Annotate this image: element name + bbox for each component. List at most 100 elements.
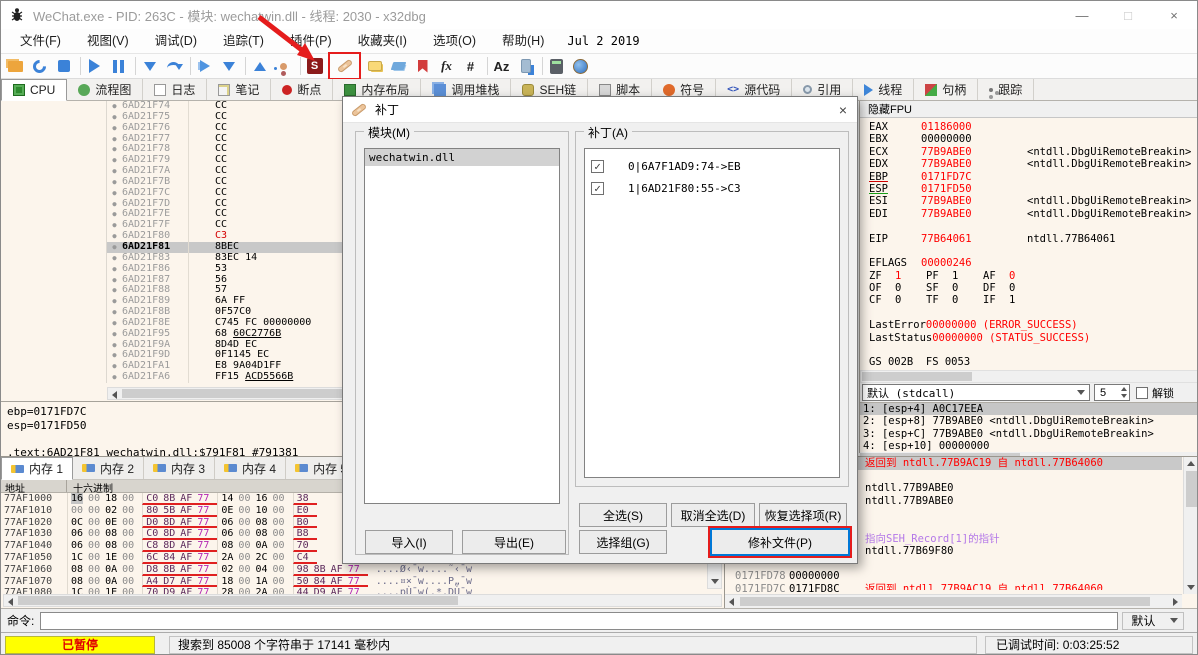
scylla-button[interactable]: S xyxy=(304,56,325,76)
modules-button[interactable] xyxy=(515,56,536,76)
memory-tab[interactable]: 内存 3 xyxy=(144,457,216,479)
register-row[interactable]: EFLAGS 00000246 xyxy=(869,257,1197,269)
patches-button[interactable] xyxy=(334,56,355,76)
register-row[interactable]: EDI 77B9ABE0 <ntdll.DbgUiRemoteBreakin> xyxy=(869,208,1197,220)
restore-selection-button[interactable]: 恢复选择项(R) xyxy=(759,503,847,527)
patch-dialog-titlebar[interactable]: 补丁 × xyxy=(343,97,857,123)
argument-row[interactable]: 3: [esp+C] 77B9ABE0 <ntdll.DbgUiRemoteBr… xyxy=(860,428,1197,440)
stepper-up-icon[interactable] xyxy=(1121,387,1127,391)
argument-row[interactable]: 1: [esp+4] A0C17EEA xyxy=(860,403,1197,416)
breakpoint-dot[interactable]: ● xyxy=(107,340,122,351)
tab-log[interactable]: 日志 xyxy=(143,79,208,100)
menu-item[interactable]: 调试(D) xyxy=(142,30,210,52)
register-row[interactable]: EAX 01186000 xyxy=(869,121,1197,133)
breakpoint-dot[interactable]: ● xyxy=(107,285,122,296)
scroll-thumb[interactable] xyxy=(18,596,458,605)
breakpoint-dot[interactable]: ● xyxy=(107,231,122,242)
registers-hscrollbar[interactable] xyxy=(860,370,1197,383)
scroll-left-icon[interactable] xyxy=(112,391,117,399)
pause-button[interactable] xyxy=(108,56,129,76)
menu-item[interactable]: 插件(P) xyxy=(277,30,345,52)
breakpoint-dot[interactable]: ● xyxy=(107,361,122,372)
breakpoint-dot[interactable]: ● xyxy=(107,329,122,340)
argument-count-stepper[interactable]: 5 xyxy=(1094,384,1130,401)
title-bar[interactable]: WeChat.exe - PID: 263C - 模块: wechatwin.d… xyxy=(1,1,1197,29)
globe-button[interactable] xyxy=(570,56,591,76)
deselect-all-button[interactable]: 取消全选(D) xyxy=(671,503,755,527)
breakpoint-dot[interactable]: ● xyxy=(107,199,122,210)
scroll-thumb[interactable] xyxy=(862,372,972,381)
scroll-right-icon[interactable] xyxy=(1173,598,1178,606)
breakpoint-dot[interactable]: ● xyxy=(107,264,122,275)
register-row[interactable]: EBP 0171FD7C xyxy=(869,171,1197,183)
menu-item[interactable]: 文件(F) xyxy=(7,30,74,52)
run-to-user-code-button[interactable] xyxy=(194,56,215,76)
breakpoint-dot[interactable]: ● xyxy=(107,275,122,286)
argument-row[interactable]: 4: [esp+10] 00000000 xyxy=(860,440,1197,452)
scroll-up-icon[interactable] xyxy=(1187,461,1195,466)
tab-cpu[interactable]: CPU xyxy=(1,79,68,101)
memory-tab[interactable]: 内存 1 xyxy=(1,457,74,480)
breakpoint-dot[interactable]: ● xyxy=(107,209,122,220)
tab-trace[interactable]: 跟踪 xyxy=(978,79,1035,100)
memory-tab[interactable]: 内存 4 xyxy=(215,457,287,479)
patch-file-button[interactable]: 修补文件(P) xyxy=(710,528,850,556)
patch-list[interactable]: ✓ 0|6A7F1AD9:74->EB ✓ 1|6AD21F80:55->C3 xyxy=(584,148,840,478)
dump-row[interactable]: 77AF1070 08 00 0A 00 A4 D7 AF 77 18 00 1A 00 50 84 AF 77… xyxy=(1,575,724,588)
stack-row[interactable]: 0171FD78 00000000 xyxy=(725,570,1182,583)
module-list[interactable]: wechatwin.dll xyxy=(364,148,560,504)
breakpoint-dot[interactable]: ● xyxy=(107,112,122,123)
scroll-left-icon[interactable] xyxy=(8,598,13,606)
dump-hscrollbar[interactable] xyxy=(3,594,722,607)
export-button[interactable]: 导出(E) xyxy=(462,530,566,554)
breakpoint-dot[interactable]: ● xyxy=(107,350,122,361)
menu-item[interactable]: 帮助(H) xyxy=(489,30,557,52)
calling-convention-select[interactable]: 默认 (stdcall) xyxy=(862,384,1090,401)
patch-checkbox[interactable]: ✓ xyxy=(591,181,604,195)
register-row[interactable]: ECX 77B9ABE0 <ntdll.DbgUiRemoteBreakin> xyxy=(869,146,1197,158)
breakpoint-dot[interactable]: ● xyxy=(107,372,122,383)
scroll-down-icon[interactable] xyxy=(711,579,719,584)
stop-button[interactable] xyxy=(53,56,74,76)
scroll-down-icon[interactable] xyxy=(1187,585,1195,590)
breakpoint-dot[interactable]: ● xyxy=(107,134,122,145)
register-row[interactable]: LastStatus00000000 (STATUS_SUCCESS) xyxy=(869,332,1197,344)
run-button[interactable] xyxy=(84,56,105,76)
command-mode-dropdown[interactable]: 默认 xyxy=(1122,611,1185,630)
switch-thread-button[interactable] xyxy=(273,56,294,76)
register-row[interactable]: EBX 00000000 xyxy=(869,133,1197,145)
breakpoint-dot[interactable]: ● xyxy=(107,101,122,112)
register-row[interactable]: EDX 77B9ABE0 <ntdll.DbgUiRemoteBreakin> xyxy=(869,158,1197,170)
breakpoint-dot[interactable]: ● xyxy=(107,166,122,177)
breakpoint-dot[interactable]: ● xyxy=(107,253,122,264)
register-row[interactable]: ESI 77B9ABE0 <ntdll.DbgUiRemoteBreakin> xyxy=(869,195,1197,207)
strings-button[interactable]: Az xyxy=(491,56,512,76)
step-out-button[interactable] xyxy=(218,56,239,76)
hide-fpu-button[interactable]: 隐藏FPU xyxy=(860,101,1197,118)
breakpoint-dot[interactable]: ● xyxy=(107,177,122,188)
register-row[interactable]: OF 0 SF 0 DF 0 xyxy=(869,282,1197,294)
register-row[interactable]: ZF 1 PF 1 AF 0 xyxy=(869,270,1197,282)
stack-row[interactable]: 0171FD7C 0171FD8C 返回到 ntdll.77B9AC19 自 ntd… xyxy=(725,583,1182,594)
import-button[interactable]: 导入(I) xyxy=(365,530,453,554)
comment-button[interactable] xyxy=(364,56,385,76)
select-all-button[interactable]: 全选(S) xyxy=(579,503,667,527)
label-button[interactable] xyxy=(388,56,409,76)
breakpoint-dot[interactable]: ● xyxy=(107,220,122,231)
breakpoint-dot[interactable]: ● xyxy=(107,123,122,134)
menu-item[interactable]: 收藏夹(I) xyxy=(345,30,420,52)
function-button[interactable]: fx xyxy=(436,56,457,76)
execute-till-return-button[interactable] xyxy=(249,56,270,76)
register-row[interactable]: GS 002B FS 0053 xyxy=(869,356,1197,368)
tab-graph[interactable]: 流程图 xyxy=(67,79,144,100)
breakpoint-dot[interactable]: ● xyxy=(107,241,122,253)
module-list-item[interactable]: wechatwin.dll xyxy=(365,149,559,166)
open-file-button[interactable] xyxy=(5,56,26,76)
patch-list-item[interactable]: ✓ 1|6AD21F80:55->C3 xyxy=(585,177,839,199)
restart-button[interactable] xyxy=(29,56,50,76)
stack-hscrollbar[interactable] xyxy=(725,594,1182,608)
select-group-button[interactable]: 选择组(G) xyxy=(579,530,667,554)
maximize-button[interactable]: □ xyxy=(1105,1,1151,29)
tab-thr[interactable]: 线程 xyxy=(853,79,915,100)
menu-item[interactable]: 追踪(T) xyxy=(210,30,277,52)
